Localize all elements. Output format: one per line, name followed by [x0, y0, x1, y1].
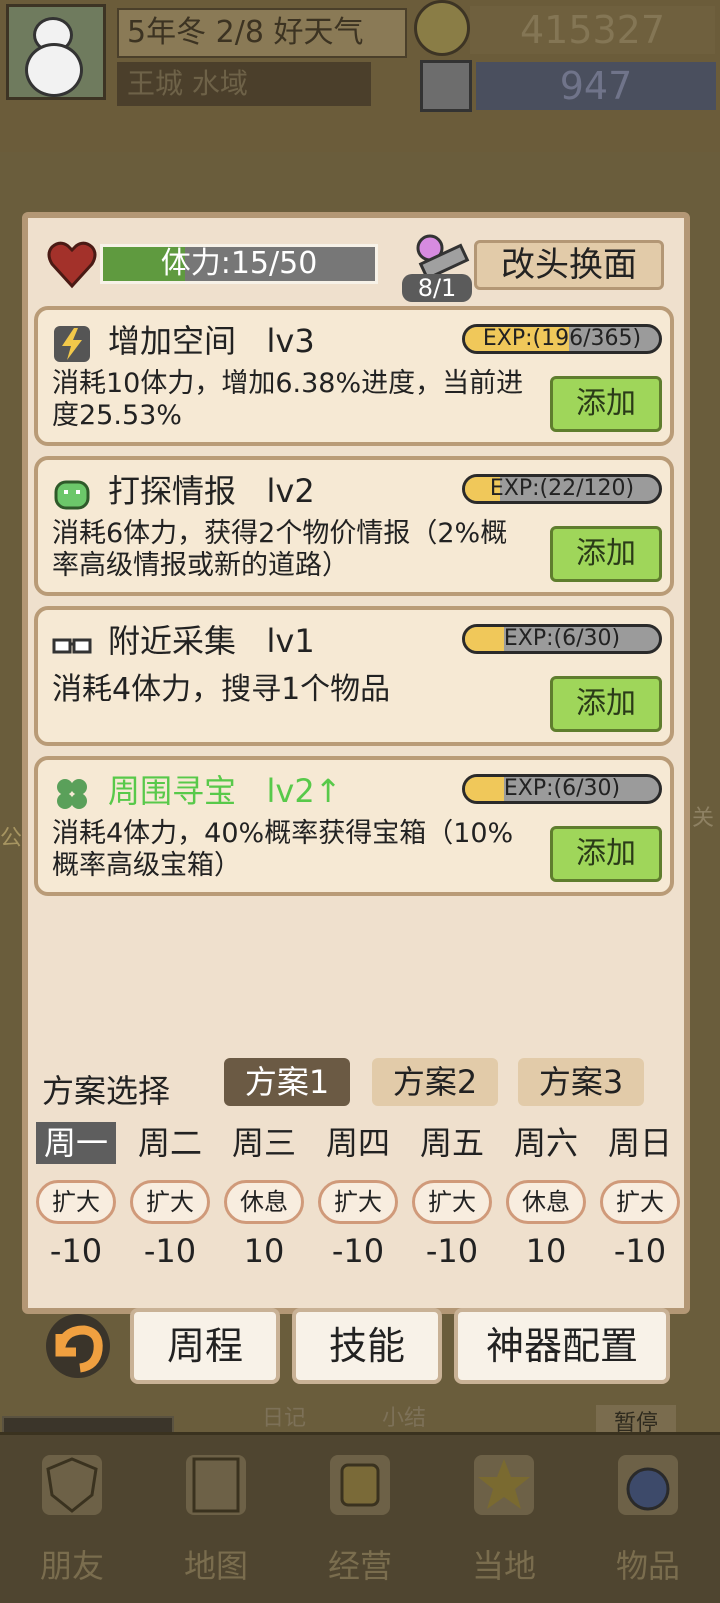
- day-activity[interactable]: 扩大: [600, 1180, 680, 1224]
- day-activity[interactable]: 休息: [506, 1180, 586, 1224]
- exp-text: EXP:(6/30): [503, 626, 621, 651]
- day-activity[interactable]: 扩大: [318, 1180, 398, 1224]
- bag-icon: [618, 1455, 678, 1515]
- gem-icon: [420, 60, 472, 112]
- exp-bar: EXP:(22/120): [462, 474, 662, 504]
- nav-label: 地图: [183, 1547, 248, 1585]
- nav-label: 物品: [615, 1547, 680, 1585]
- plan-1-button[interactable]: 方案1: [224, 1058, 350, 1106]
- nav-label: 经营: [327, 1547, 392, 1585]
- day-value: -10: [49, 1232, 103, 1270]
- glasses-icon: [52, 638, 92, 654]
- stamina-bar: 体力:15/50: [100, 244, 378, 284]
- artifact-config-button[interactable]: 神器配置: [454, 1308, 670, 1384]
- add-button[interactable]: 添加: [550, 676, 662, 732]
- day-value: -10: [331, 1232, 385, 1270]
- gem-amount: 947: [476, 62, 716, 110]
- star-icon: [474, 1455, 534, 1515]
- day-value: 10: [525, 1232, 567, 1270]
- weekly-schedule-button[interactable]: 周程: [130, 1308, 280, 1384]
- snowman-avatar: [6, 4, 106, 100]
- nav-business[interactable]: 经营: [288, 1435, 432, 1603]
- skill-description: 消耗4体力，40%概率获得宝箱（10%概率高级宝箱）: [52, 818, 514, 881]
- summary-button[interactable]: 小结: [382, 1400, 442, 1432]
- nav-label: 当地: [471, 1547, 536, 1585]
- day-activity[interactable]: 扩大: [36, 1180, 116, 1224]
- stamina-text: 体力:15/50: [160, 246, 318, 281]
- add-button[interactable]: 添加: [550, 376, 662, 432]
- background-right-text: 关: [692, 806, 715, 831]
- day-tab-mon[interactable]: 周一: [36, 1122, 116, 1164]
- gold-coin-icon: [414, 0, 470, 56]
- nav-map[interactable]: 地图: [144, 1435, 288, 1603]
- plan-select-label: 方案选择: [42, 1072, 171, 1110]
- clover-icon: [57, 779, 87, 809]
- skill-name: 附近采集 lv1: [108, 622, 315, 660]
- day-tab-thu[interactable]: 周四: [318, 1122, 398, 1164]
- bottom-navigation: 朋友 地图 经营 当地 物品: [0, 1432, 720, 1603]
- day-tab-sun[interactable]: 周日: [600, 1122, 680, 1164]
- day-tab-fri[interactable]: 周五: [412, 1122, 492, 1164]
- day-value: -10: [613, 1232, 667, 1270]
- day-tab-sat[interactable]: 周六: [506, 1122, 586, 1164]
- day-value: -10: [143, 1232, 197, 1270]
- day-value: -10: [425, 1232, 479, 1270]
- nav-local[interactable]: 当地: [432, 1435, 576, 1603]
- shield-icon: [42, 1455, 102, 1515]
- skill-description: 消耗4体力，搜寻1个物品: [52, 672, 391, 707]
- day-tab-tue[interactable]: 周二: [130, 1122, 210, 1164]
- exp-bar: EXP:(6/30): [462, 774, 662, 804]
- date-weather-label: 5年冬 2/8 好天气: [117, 8, 407, 58]
- day-activity[interactable]: 扩大: [130, 1180, 210, 1224]
- skill-card: 打探情报 lv2 EXP:(22/120) 消耗6体力，获得2个物价情报（2%概…: [34, 456, 674, 596]
- day-value: 10: [243, 1232, 285, 1270]
- heart-icon: [47, 241, 97, 289]
- nav-friends[interactable]: 朋友: [0, 1435, 144, 1603]
- add-button[interactable]: 添加: [550, 526, 662, 582]
- exp-bar: EXP:(196/365): [462, 324, 662, 354]
- lightning-icon: [54, 326, 90, 362]
- nav-label: 朋友: [39, 1547, 104, 1585]
- exp-bar: EXP:(6/30): [462, 624, 662, 654]
- coin-stack-icon: [330, 1455, 390, 1515]
- exp-text: EXP:(22/120): [489, 476, 635, 501]
- exp-text: EXP:(196/365): [482, 326, 642, 351]
- add-button[interactable]: 添加: [550, 826, 662, 882]
- day-activity[interactable]: 休息: [224, 1180, 304, 1224]
- skill-card: 增加空间 lv3 EXP:(196/365) 消耗10体力，增加6.38%进度，…: [34, 306, 674, 446]
- skill-description: 消耗10体力，增加6.38%进度，当前进度25.53%: [52, 368, 524, 431]
- scroll-map-icon: [186, 1455, 246, 1515]
- makeover-button[interactable]: 改头换面: [474, 240, 664, 290]
- pause-button[interactable]: 暂停: [596, 1405, 676, 1436]
- skill-card: 附近采集 lv1 EXP:(6/30) 消耗4体力，搜寻1个物品 添加: [34, 606, 674, 746]
- day-tab-wed[interactable]: 周三: [224, 1122, 304, 1164]
- plan-2-button[interactable]: 方案2: [372, 1058, 498, 1106]
- plan-3-button[interactable]: 方案3: [518, 1058, 644, 1106]
- gold-amount: 415327: [470, 6, 715, 54]
- nav-items[interactable]: 物品: [576, 1435, 720, 1603]
- location-label: 王城 水域: [117, 62, 371, 106]
- skill-name: 周围寻宝 lv2↑: [108, 772, 342, 810]
- exp-text: EXP:(6/30): [503, 776, 621, 801]
- day-activity[interactable]: 扩大: [412, 1180, 492, 1224]
- back-arrow-icon[interactable]: [40, 1312, 116, 1380]
- skill-name: 增加空间 lv3: [108, 322, 315, 360]
- skill-description: 消耗6体力，获得2个物价情报（2%概率高级情报或新的道路）: [52, 518, 508, 581]
- slime-icon: [54, 480, 90, 510]
- background-left-text: 公: [0, 826, 23, 851]
- scroll-count: 8/1: [402, 274, 472, 302]
- skills-button[interactable]: 技能: [292, 1308, 442, 1384]
- skill-card: 周围寻宝 lv2↑ EXP:(6/30) 消耗4体力，40%概率获得宝箱（10%…: [34, 756, 674, 896]
- scroll-icon[interactable]: [408, 232, 472, 280]
- skill-name: 打探情报 lv2: [108, 472, 315, 510]
- diary-button[interactable]: 日记: [262, 1400, 328, 1432]
